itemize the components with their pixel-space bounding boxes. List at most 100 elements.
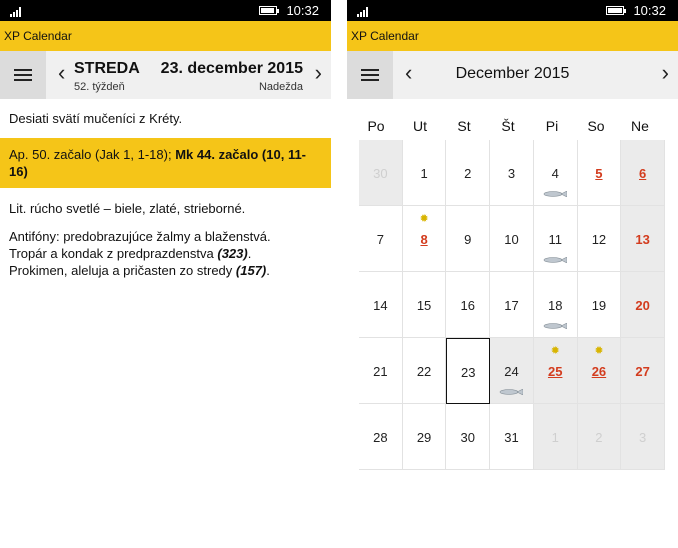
day-cell[interactable]: 10 bbox=[490, 206, 534, 272]
month-toolbar: ‹ December 2015 › bbox=[347, 51, 678, 99]
day-number: 12 bbox=[591, 232, 607, 247]
day-number: 15 bbox=[416, 298, 432, 313]
troparion-page-ref: (323) bbox=[217, 246, 248, 261]
day-cell[interactable]: 12 bbox=[577, 206, 622, 272]
day-number: 23 bbox=[461, 365, 476, 380]
day-number: 18 bbox=[547, 298, 563, 313]
day-cell[interactable]: 13 bbox=[621, 206, 665, 272]
name-day: Nadežda bbox=[258, 81, 303, 93]
day-cell[interactable]: 19 bbox=[577, 272, 622, 338]
day-cell[interactable]: 5 bbox=[577, 140, 622, 206]
day-cell[interactable]: 21 bbox=[359, 338, 403, 404]
liturgy-notes: Antifóny: predobrazujúce žalmy a blažens… bbox=[9, 229, 271, 278]
day-cell: 2 bbox=[577, 404, 622, 470]
day-number: 29 bbox=[416, 430, 432, 445]
day-cell[interactable]: 24 bbox=[490, 338, 534, 404]
battery-icon bbox=[259, 6, 279, 15]
day-cell[interactable]: 27 bbox=[621, 338, 665, 404]
weekday-header: Po Ut St Št Pi So Ne bbox=[354, 118, 664, 140]
weekday-label: So bbox=[587, 118, 605, 134]
antiphons-text: Antifóny: predobrazujúce žalmy a blažens… bbox=[9, 229, 271, 244]
hamburger-menu-icon[interactable] bbox=[0, 51, 46, 99]
day-cell[interactable]: 14 bbox=[359, 272, 403, 338]
day-number: 31 bbox=[504, 430, 519, 445]
day-number: 10 bbox=[504, 232, 519, 247]
fish-icon bbox=[499, 382, 524, 396]
month-view-screen: 10:32 XP Calendar ‹ December 2015 › Po Ut… bbox=[347, 0, 678, 548]
troparion-text: Tropár a kondak z predprazdenstva bbox=[9, 246, 214, 261]
day-number: 22 bbox=[416, 364, 432, 379]
day-number: 28 bbox=[373, 430, 388, 445]
day-cell[interactable]: ✹ 25 bbox=[533, 338, 578, 404]
weekday-label: Ut bbox=[413, 118, 427, 134]
day-cell[interactable]: 17 bbox=[490, 272, 534, 338]
prokimen-page-ref: (157) bbox=[235, 263, 267, 278]
day-number: 1 bbox=[551, 430, 559, 445]
day-number: 27 bbox=[635, 364, 650, 379]
day-cell[interactable]: 30 bbox=[446, 404, 491, 470]
day-number: 13 bbox=[635, 232, 650, 247]
day-cell[interactable]: 29 bbox=[402, 404, 447, 470]
day-cell[interactable]: 15 bbox=[402, 272, 447, 338]
day-cell[interactable]: 7 bbox=[359, 206, 403, 272]
prokimen-text: Prokimen, aleluja a pričasten zo stredy bbox=[9, 263, 233, 278]
day-content: Desiati svätí mučeníci z Kréty. Ap. 50. … bbox=[0, 110, 331, 279]
day-toolbar: ‹ STREDA 52. týždeň 23. december 2015 Na… bbox=[0, 51, 331, 99]
chevron-right-icon[interactable]: › bbox=[315, 62, 322, 84]
day-cell[interactable]: 9 bbox=[446, 206, 491, 272]
day-cell[interactable]: 4 bbox=[533, 140, 578, 206]
day-number: 20 bbox=[635, 298, 650, 313]
day-number: 14 bbox=[373, 298, 388, 313]
weekday-label: Po bbox=[367, 118, 385, 134]
day-cell[interactable]: 11 bbox=[533, 206, 578, 272]
status-bar: 10:32 bbox=[347, 0, 678, 21]
day-cell[interactable]: 20 bbox=[621, 272, 665, 338]
day-number: 1 bbox=[420, 166, 428, 181]
app-title: XP Calendar bbox=[4, 29, 72, 43]
day-cell[interactable]: 28 bbox=[359, 404, 403, 470]
day-number: 11 bbox=[548, 232, 562, 247]
chevron-left-icon[interactable]: ‹ bbox=[58, 62, 65, 84]
day-number: 21 bbox=[373, 364, 388, 379]
day-number: 2 bbox=[464, 166, 472, 181]
status-bar: 10:32 bbox=[0, 0, 331, 21]
day-cell[interactable]: 2 bbox=[446, 140, 491, 206]
day-cell-today[interactable]: 23 bbox=[446, 338, 491, 404]
day-cell: 1 bbox=[533, 404, 578, 470]
app-title-bar: XP Calendar bbox=[0, 21, 331, 51]
day-cell[interactable]: 31 bbox=[490, 404, 534, 470]
day-cell: 3 bbox=[621, 404, 665, 470]
sun-icon: ✹ bbox=[594, 345, 604, 357]
app-title-bar: XP Calendar bbox=[347, 21, 678, 51]
weekday-label: Št bbox=[501, 118, 515, 134]
day-cell[interactable]: 1 bbox=[402, 140, 447, 206]
day-cell[interactable]: 18 bbox=[533, 272, 578, 338]
day-cell: 30 bbox=[359, 140, 403, 206]
full-date: 23. december 2015 bbox=[160, 60, 303, 77]
chevron-right-icon[interactable]: › bbox=[662, 62, 669, 84]
day-cell[interactable]: 6 bbox=[621, 140, 665, 206]
day-cell[interactable]: 22 bbox=[402, 338, 447, 404]
signal-icon bbox=[10, 5, 24, 20]
day-cell[interactable]: ✹ 8 bbox=[402, 206, 447, 272]
month-grid: 30 1 2 3 4 5 6 7 ✹ 8 9 10 11 12 13 14 15 16 17 18 19 20 21 22 23… bbox=[359, 140, 665, 470]
day-number: 8 bbox=[420, 232, 428, 247]
status-time: 10:32 bbox=[633, 3, 666, 18]
day-cell[interactable]: ✹ 26 bbox=[577, 338, 622, 404]
day-number: 19 bbox=[591, 298, 607, 313]
day-cell[interactable]: 3 bbox=[490, 140, 534, 206]
day-number: 26 bbox=[591, 364, 607, 379]
day-number: 25 bbox=[547, 364, 563, 379]
fish-icon bbox=[543, 316, 568, 330]
day-number: 24 bbox=[504, 364, 519, 379]
vestments-text: Lit. rúcho svetlé – biele, zlaté, strieb… bbox=[9, 201, 246, 216]
weekday-label: Pi bbox=[545, 118, 559, 134]
day-number: 17 bbox=[504, 298, 519, 313]
epistle-reading: Ap. 50. začalo (Jak 1, 1-18); bbox=[9, 147, 172, 162]
day-number: 5 bbox=[595, 166, 603, 181]
day-cell[interactable]: 16 bbox=[446, 272, 491, 338]
month-title: December 2015 bbox=[455, 65, 570, 82]
day-number: 2 bbox=[595, 430, 603, 445]
weekday-label: Ne bbox=[631, 118, 649, 134]
day-number: 9 bbox=[464, 232, 472, 247]
